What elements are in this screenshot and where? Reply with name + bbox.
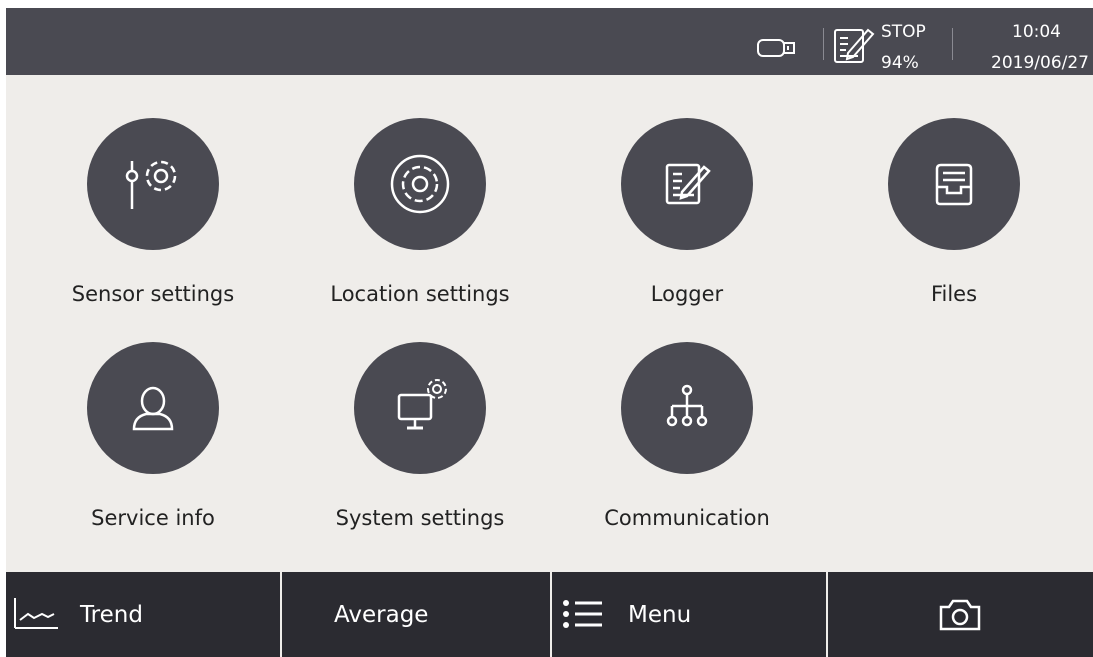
menu-list-icon <box>563 600 602 628</box>
trend-button[interactable]: Trend <box>6 572 280 657</box>
trend-label: Trend <box>80 602 143 628</box>
tile-label: Location settings <box>330 282 510 306</box>
sensor-settings-icon <box>87 118 219 250</box>
tile-logger[interactable]: Logger <box>577 118 797 328</box>
average-button[interactable]: Average <box>282 572 550 657</box>
tile-label: Sensor settings <box>71 282 235 306</box>
tile-service-info[interactable]: Service info <box>43 342 263 552</box>
clock-time: 10:04 <box>1012 22 1061 42</box>
memory-usage: 94% <box>881 53 919 73</box>
tile-system-settings[interactable]: System settings <box>310 342 530 552</box>
tile-sensor-settings[interactable]: Sensor settings <box>43 118 263 328</box>
bottom-toolbar: Trend Average Menu <box>6 572 1093 657</box>
camera-icon <box>939 599 981 631</box>
logger-edit-icon <box>621 118 753 250</box>
person-icon <box>87 342 219 474</box>
clock-date: 2019/06/27 <box>991 53 1089 73</box>
trend-chart-icon <box>14 598 58 629</box>
tile-files[interactable]: Files <box>844 118 1064 328</box>
header-divider <box>952 28 953 60</box>
monitor-gear-icon <box>354 342 486 474</box>
tile-label: System settings <box>335 506 505 530</box>
tile-label: Files <box>930 282 978 306</box>
average-label: Average <box>334 602 429 628</box>
logger-icon <box>834 28 875 63</box>
files-tray-icon <box>888 118 1020 250</box>
header-divider <box>823 28 824 60</box>
tile-location-settings[interactable]: Location settings <box>310 118 530 328</box>
tile-label: Service info <box>91 506 215 530</box>
tile-label: Logger <box>650 282 724 306</box>
usb-stick-icon <box>757 39 795 57</box>
logger-status: STOP <box>881 22 926 42</box>
network-tree-icon <box>621 342 753 474</box>
status-bar: STOP 94% 10:04 2019/06/27 <box>6 8 1093 75</box>
location-gear-icon <box>354 118 486 250</box>
tile-communication[interactable]: Communication <box>577 342 797 552</box>
menu-button[interactable]: Menu <box>552 572 826 657</box>
camera-button[interactable] <box>828 572 1093 657</box>
menu-label: Menu <box>628 602 692 628</box>
device-screen: STOP 94% 10:04 2019/06/27 Sensor setting… <box>6 8 1093 657</box>
tile-label: Communication <box>604 506 770 530</box>
